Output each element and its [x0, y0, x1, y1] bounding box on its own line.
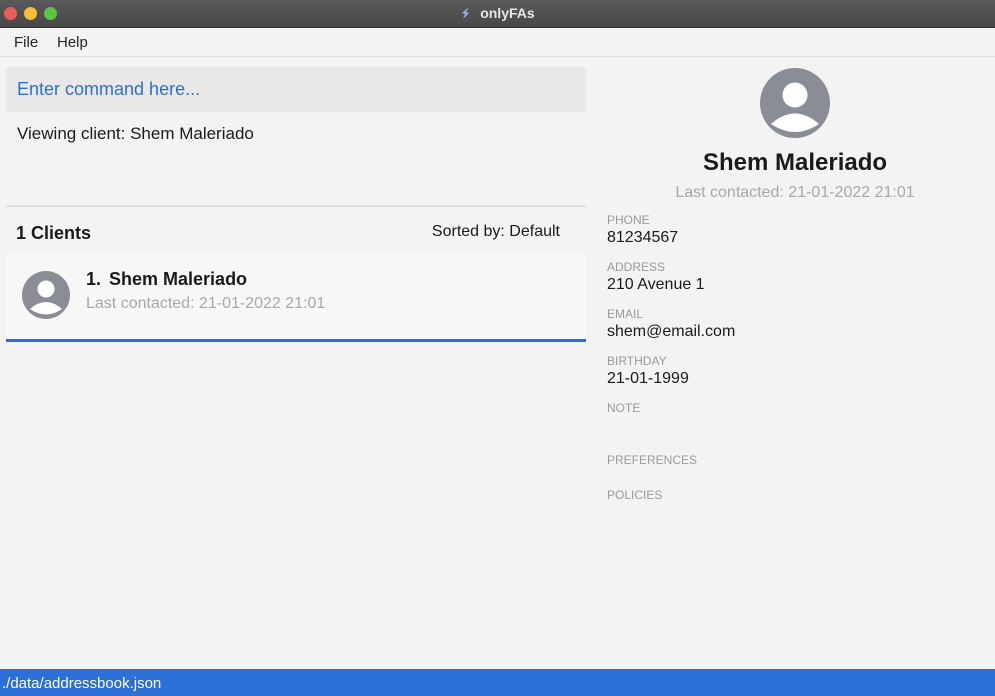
address-label: ADDRESS: [607, 260, 666, 274]
policies-label: POLICIES: [607, 488, 663, 502]
address-value: 210 Avenue 1: [607, 276, 705, 293]
status-bar: ./data/addressbook.json: [0, 669, 995, 696]
birthday-label: BIRTHDAY: [607, 354, 667, 368]
user-avatar-icon: [760, 68, 830, 138]
detail-last-contacted: Last contacted: 21-01-2022 21:01: [675, 184, 915, 201]
email-label: EMAIL: [607, 307, 644, 321]
client-index: 1.: [86, 269, 102, 289]
panel-divider: [6, 205, 586, 207]
status-file-path: ./data/addressbook.json: [2, 675, 162, 692]
note-label: NOTE: [607, 401, 641, 415]
user-avatar-icon: [22, 271, 70, 319]
client-name: 1. Shem Maleriado: [86, 269, 247, 290]
window-titlebar: onlyFAs: [0, 0, 995, 28]
preferences-label: PREFERENCES: [607, 453, 698, 467]
email-value: shem@email.com: [607, 323, 736, 340]
client-count-header: 1 Clients: [16, 223, 92, 243]
result-display: Viewing client: Shem Maleriado: [17, 124, 254, 143]
sort-label: Sorted by: Default: [431, 223, 560, 240]
command-input[interactable]: [6, 67, 586, 112]
client-list-item[interactable]: 1. Shem Maleriado Last contacted: 21-01-2…: [6, 254, 586, 342]
detail-client-name: Shem Maleriado: [702, 149, 888, 176]
client-last-contacted: Last contacted: 21-01-2022 21:01: [86, 295, 326, 312]
phone-label: PHONE: [607, 213, 650, 227]
app-logo-icon: [462, 7, 470, 19]
menu-file[interactable]: File: [14, 34, 38, 51]
client-name-text: Shem Maleriado: [109, 269, 248, 289]
window-title-area: onlyFAs: [0, 5, 995, 21]
phone-value: 81234567: [607, 229, 679, 246]
menu-bar: File Help: [0, 28, 995, 57]
window-title: onlyFAs: [480, 5, 535, 21]
menu-help[interactable]: Help: [57, 34, 88, 51]
command-box: [6, 67, 586, 112]
birthday-value: 21-01-1999: [607, 370, 689, 387]
